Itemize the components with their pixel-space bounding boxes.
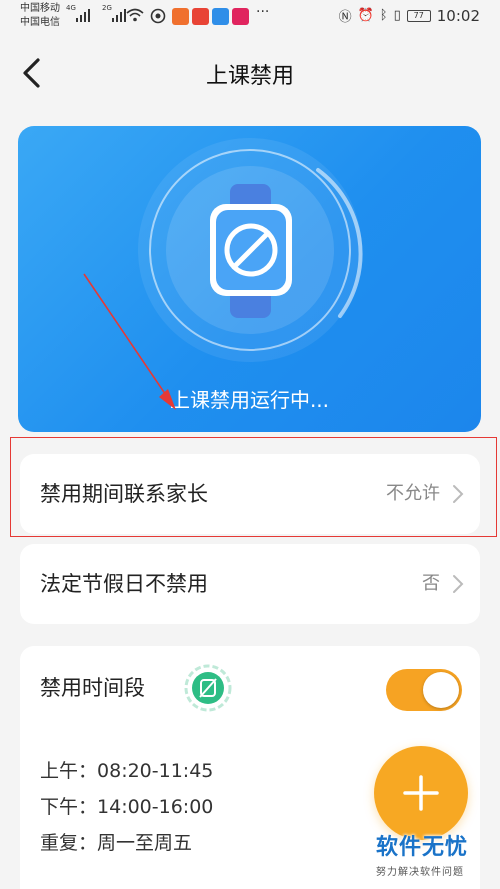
carrier-1: 中国移动 <box>20 3 60 14</box>
network-type-2: 2G <box>102 4 112 12</box>
holidays-setting-row[interactable]: 法定节假日不禁用 否 <box>20 544 480 624</box>
afternoon-value: 14:00-16:00 <box>97 796 214 818</box>
watermark-title: 软件无忧 <box>376 835 469 860</box>
hero-status-text: 上课禁用运行中... <box>169 388 330 412</box>
status-bar: 中国移动 中国电信 4G 2G ··· Ⓝ ⏰ ᛒ ▯ 77 10:02 <box>0 0 500 36</box>
network-type-1: 4G <box>66 4 76 12</box>
chevron-right-icon <box>453 575 464 593</box>
repeat-label: 重复： <box>40 832 98 854</box>
more-notifications-icon: ··· <box>256 4 270 20</box>
add-time-period-button[interactable] <box>374 746 468 840</box>
hero-status-card: 上课禁用运行中... <box>18 126 481 432</box>
page-title: 上课禁用 <box>205 64 294 89</box>
time-period-toggle[interactable] <box>386 669 462 711</box>
repeat-row: 重复：周一至周五 <box>40 828 192 855</box>
disabled-badge-icon <box>184 664 232 712</box>
afternoon-time-row: 下午：14:00-16:00 <box>40 792 213 819</box>
alarm-icon: ⏰ <box>357 8 374 23</box>
carrier-names: 中国移动 中国电信 <box>20 2 60 30</box>
morning-value: 08:20-11:45 <box>97 760 214 782</box>
app-notification-icon-2 <box>192 8 209 25</box>
annotation-highlight-box <box>10 437 497 537</box>
app-notification-icon-4 <box>232 8 249 25</box>
wifi-icon <box>126 8 144 22</box>
status-right: Ⓝ ⏰ ᛒ ▯ 77 10:02 <box>338 6 480 26</box>
repeat-value: 周一至周五 <box>97 832 193 854</box>
nfc-icon: Ⓝ <box>338 10 352 25</box>
nav-bar: 上课禁用 <box>0 40 500 108</box>
data-saver-icon <box>150 8 166 24</box>
clock: 10:02 <box>436 6 480 25</box>
watermark-subtitle: 努力解决软件问题 <box>376 867 464 878</box>
toggle-knob <box>423 672 459 708</box>
time-period-title: 禁用时间段 <box>40 676 145 700</box>
app-notification-icon-1 <box>172 8 189 25</box>
app-notification-icon-3 <box>212 8 229 25</box>
carrier-2: 中国电信 <box>20 17 60 28</box>
afternoon-label: 下午： <box>40 796 98 818</box>
battery-icon: 77 <box>406 9 431 22</box>
bluetooth-icon: ᛒ <box>379 8 388 23</box>
morning-label: 上午： <box>40 760 98 782</box>
vibrate-icon: ▯ <box>393 8 401 23</box>
signal-icon-1: 4G <box>66 4 90 22</box>
holidays-label: 法定节假日不禁用 <box>40 572 208 596</box>
holidays-value: 否 <box>422 573 440 594</box>
plus-icon <box>403 775 439 811</box>
signal-icon-2: 2G <box>102 4 126 22</box>
morning-time-row: 上午：08:20-11:45 <box>40 756 213 783</box>
watermark: 软件无忧 努力解决软件问题 <box>376 829 488 881</box>
